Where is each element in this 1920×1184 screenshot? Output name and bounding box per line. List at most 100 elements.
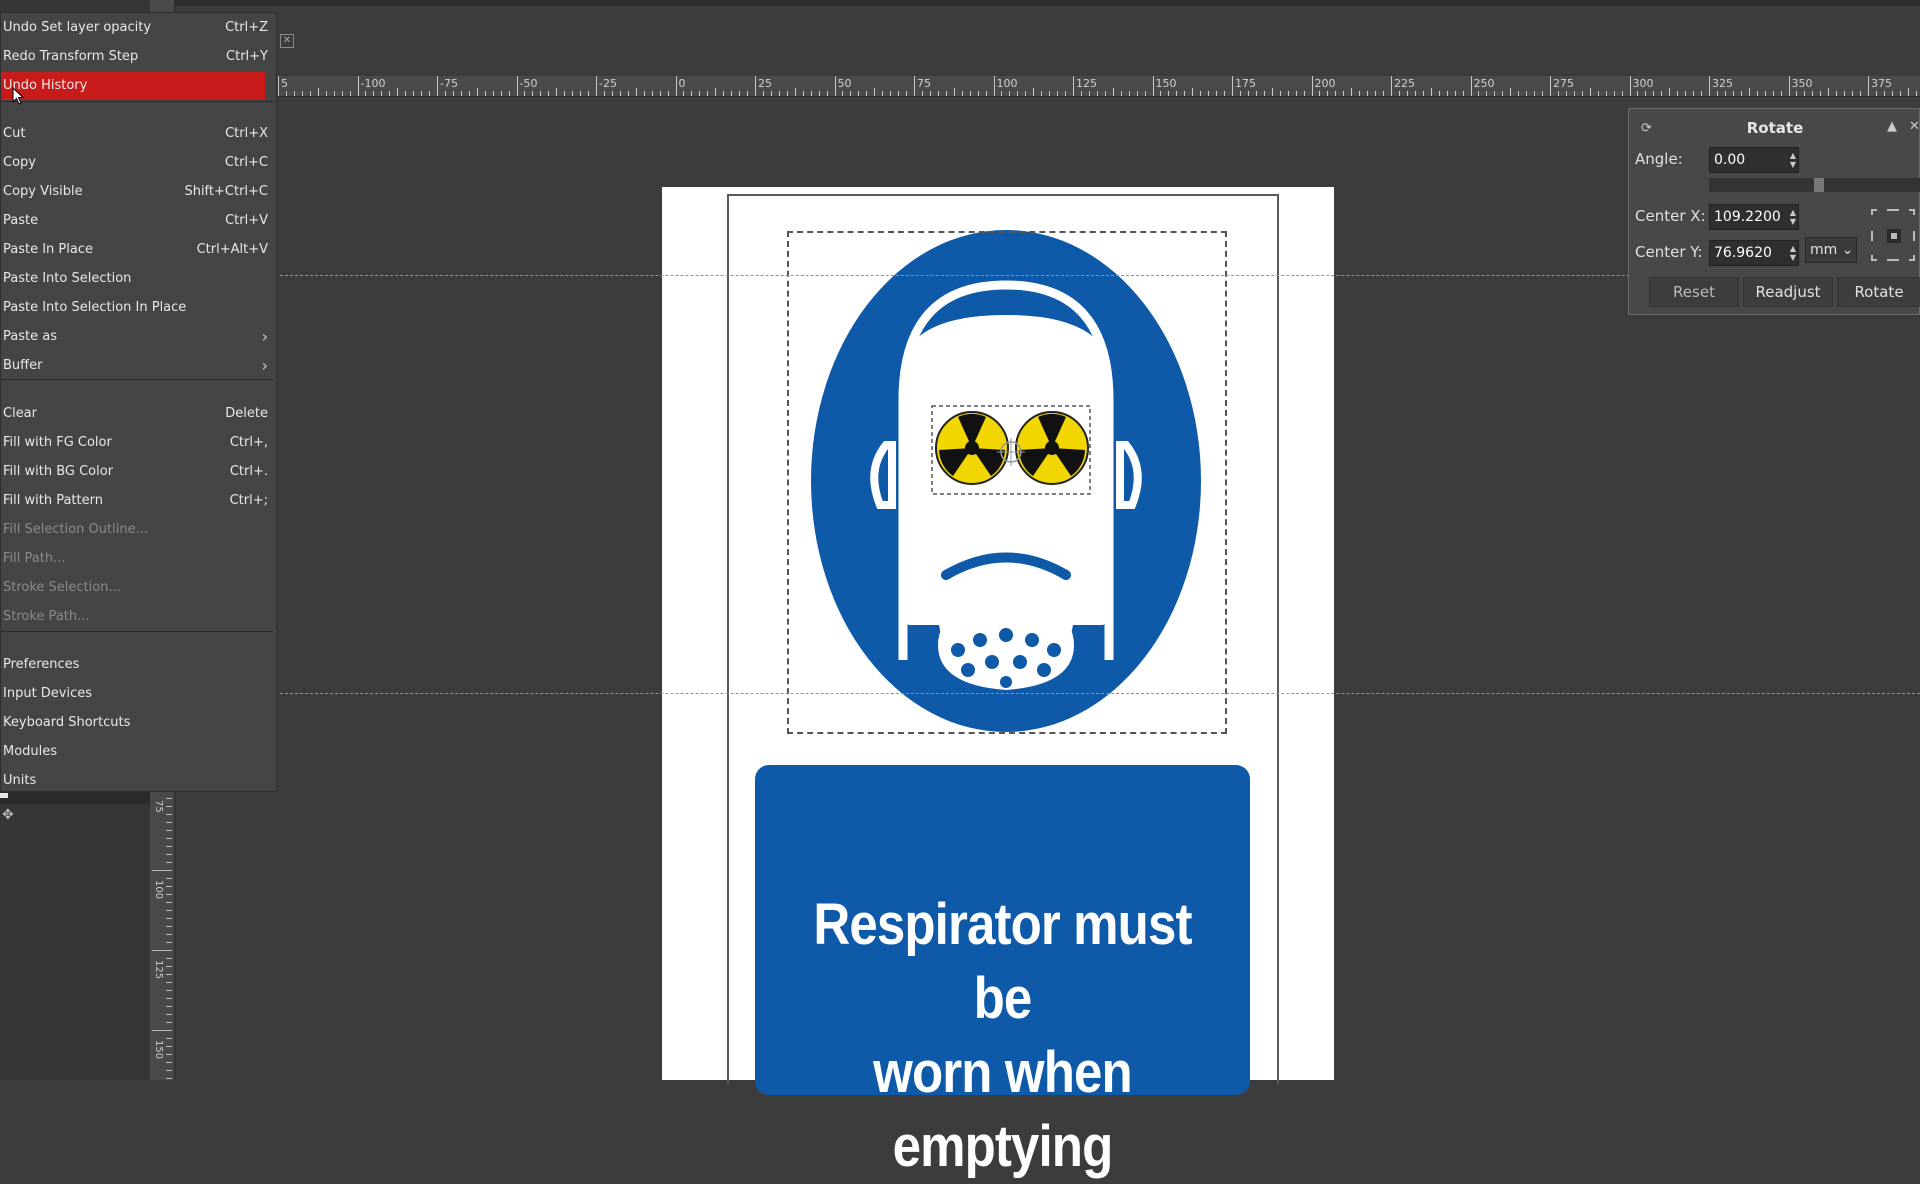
menu-item[interactable]: Modules bbox=[1, 738, 278, 766]
ruler-tick bbox=[1025, 91, 1027, 96]
menu-item-label: Fill Selection Outline... bbox=[3, 522, 148, 537]
ruler-tick bbox=[747, 91, 749, 96]
ruler-label: -100 bbox=[360, 77, 386, 90]
ruler-tick bbox=[1112, 88, 1114, 96]
ruler-tick bbox=[349, 91, 351, 96]
ruler-tick bbox=[1335, 91, 1337, 96]
menu-item[interactable]: Undo Set layer opacity Ctrl+Z bbox=[1, 14, 278, 42]
ruler-tick bbox=[166, 1046, 172, 1047]
angle-input[interactable]: 0.00 bbox=[1709, 147, 1799, 173]
angle-spin[interactable]: ▲ ▼ bbox=[1787, 151, 1799, 169]
menu-item[interactable]: Copy Ctrl+C bbox=[1, 149, 278, 177]
ruler-tick bbox=[723, 91, 725, 96]
center-y-input[interactable]: 76.9620 bbox=[1709, 240, 1799, 266]
menu-item-label: Copy bbox=[3, 155, 36, 170]
menu-item[interactable]: Undo History bbox=[1, 72, 265, 100]
menu-item[interactable]: Cut Ctrl+X bbox=[1, 120, 278, 148]
ruler-tick bbox=[166, 1014, 172, 1015]
ruler-tick bbox=[611, 91, 613, 96]
menu-item[interactable]: Buffer › bbox=[1, 352, 278, 380]
move-tool-icon[interactable]: ✥ bbox=[2, 808, 16, 822]
ruler-tick bbox=[452, 91, 454, 96]
top-bar bbox=[0, 0, 1920, 6]
ruler-tick bbox=[1557, 91, 1559, 96]
ruler-tick bbox=[1446, 91, 1448, 96]
ruler-tick bbox=[675, 76, 677, 96]
sign-text-line-1: Respirator must be bbox=[813, 892, 1192, 1031]
readjust-button[interactable]: Readjust bbox=[1743, 277, 1833, 307]
ruler-tick bbox=[476, 88, 478, 96]
menu-item[interactable]: Input Devices bbox=[1, 680, 278, 708]
chain-link-icon[interactable] bbox=[1869, 207, 1920, 263]
ruler-tick bbox=[1764, 91, 1766, 96]
ruler-tick bbox=[993, 76, 995, 96]
ruler-tick bbox=[1327, 91, 1329, 96]
ruler-tick bbox=[166, 1078, 172, 1079]
angle-slider[interactable] bbox=[1709, 178, 1920, 192]
ruler-tick bbox=[1685, 91, 1687, 96]
ruler-tick bbox=[1216, 91, 1218, 96]
menu-item[interactable]: Fill with Pattern Ctrl+; bbox=[1, 487, 278, 515]
ruler-tick bbox=[437, 76, 438, 96]
ruler-tick bbox=[293, 91, 295, 96]
reset-button[interactable]: Reset bbox=[1649, 277, 1739, 307]
ruler-label: 150 bbox=[1155, 77, 1177, 90]
ruler-tick bbox=[794, 88, 796, 96]
menu-item[interactable]: Paste Into Selection bbox=[1, 265, 278, 293]
pin-icon[interactable]: ▲ bbox=[1887, 119, 1897, 134]
menu-item[interactable]: Units bbox=[1, 767, 278, 795]
menu-item[interactable]: Keyboard Shortcuts bbox=[1, 709, 278, 737]
menu-item-shortcut: Shift+Ctrl+C bbox=[184, 184, 268, 199]
menu-item-label: Buffer bbox=[3, 358, 43, 373]
menu-item[interactable]: Paste Ctrl+V bbox=[1, 207, 278, 235]
menu-item[interactable]: Paste In Place Ctrl+Alt+V bbox=[1, 236, 278, 264]
ruler-label: 100 bbox=[996, 77, 1018, 90]
ruler-tick bbox=[1748, 88, 1750, 96]
mouse-cursor-icon bbox=[12, 87, 24, 105]
ruler-tick bbox=[166, 982, 172, 983]
menu-item-label: Fill with Pattern bbox=[3, 493, 103, 508]
close-icon[interactable]: ✕ bbox=[280, 34, 294, 48]
menu-item[interactable]: Paste as › bbox=[1, 323, 278, 351]
ruler-tick bbox=[1200, 91, 1202, 96]
ruler-tick bbox=[1613, 91, 1615, 96]
ruler-tick bbox=[166, 1062, 172, 1063]
menu-item-label: Cut bbox=[3, 126, 26, 141]
menu-item[interactable]: Redo Transform Step Ctrl+Y bbox=[1, 43, 278, 71]
menu-item[interactable]: Preferences bbox=[1, 651, 278, 679]
ruler-tick bbox=[1550, 76, 1551, 96]
ruler-tick bbox=[166, 990, 172, 991]
ruler-tick bbox=[1184, 91, 1186, 96]
ruler-tick bbox=[1406, 91, 1408, 96]
ruler-tick bbox=[1565, 91, 1567, 96]
rotate-button[interactable]: Rotate bbox=[1837, 277, 1920, 307]
ruler-tick bbox=[643, 91, 645, 96]
ruler-tick bbox=[1255, 91, 1257, 96]
selection-marquee bbox=[787, 231, 1227, 734]
center-y-spin[interactable]: ▲ ▼ bbox=[1787, 244, 1799, 262]
menu-item[interactable]: Copy Visible Shift+Ctrl+C bbox=[1, 178, 278, 206]
ruler-label: -50 bbox=[519, 77, 538, 90]
ruler-tick bbox=[1422, 91, 1424, 96]
menu-item[interactable]: Fill with BG Color Ctrl+. bbox=[1, 458, 278, 486]
center-x-input[interactable]: 109.2200 bbox=[1709, 204, 1799, 230]
menu-item[interactable]: Clear Delete bbox=[1, 400, 278, 428]
center-x-spin[interactable]: ▲ ▼ bbox=[1787, 208, 1799, 226]
menu-separator bbox=[1, 101, 273, 102]
unit-select[interactable]: mm ⌄ bbox=[1805, 237, 1857, 263]
ruler-tick bbox=[166, 1038, 172, 1039]
menu-item-label: Paste In Place bbox=[3, 242, 93, 257]
menu-item[interactable]: Paste Into Selection In Place bbox=[1, 294, 278, 322]
ruler-tick bbox=[1176, 91, 1178, 96]
ruler-tick bbox=[166, 1006, 172, 1007]
angle-slider-knob[interactable] bbox=[1814, 178, 1824, 192]
ruler-tick bbox=[1303, 91, 1305, 96]
ruler-tick bbox=[1136, 91, 1138, 96]
guide-line-bottom[interactable] bbox=[280, 693, 1920, 694]
ruler-tick bbox=[1653, 91, 1655, 96]
ruler-tick bbox=[166, 838, 172, 839]
ruler-tick bbox=[1573, 91, 1575, 96]
menu-item[interactable]: Fill with FG Color Ctrl+, bbox=[1, 429, 278, 457]
close-icon[interactable]: ✕ bbox=[1909, 119, 1920, 134]
ruler-tick bbox=[548, 91, 550, 96]
